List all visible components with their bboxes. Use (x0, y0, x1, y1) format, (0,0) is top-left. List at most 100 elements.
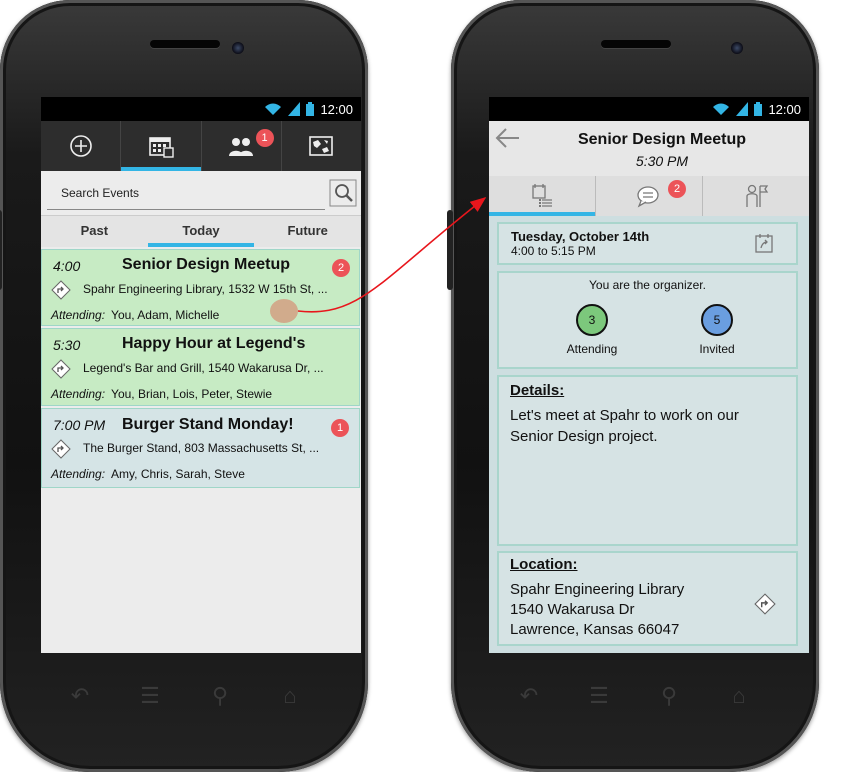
add-to-calendar-icon[interactable] (754, 232, 776, 256)
battery-icon (306, 102, 315, 116)
search-key-icon[interactable]: ⚲ (200, 683, 240, 709)
date-panel: Tuesday, October 14th 4:00 to 5:15 PM (497, 222, 798, 265)
status-bar: 12:00 (489, 97, 809, 121)
page-title: Senior Design Meetup (577, 131, 747, 148)
address-line-2: 1540 Wakarusa Dr (510, 601, 635, 618)
event-location: The Burger Stand, 803 Massachusetts St, … (83, 441, 320, 455)
tab-future[interactable]: Future (254, 216, 361, 247)
attending-label: Attending: (51, 467, 106, 481)
location-address: Spahr Engineering Library 1540 Wakarusa … (510, 580, 684, 640)
search-row: Search Events (41, 171, 361, 215)
location-heading: Location: (510, 556, 578, 573)
clock: 12:00 (768, 101, 801, 117)
event-location: Legend's Bar and Grill, 1540 Wakarusa Dr… (83, 361, 324, 375)
address-line-3: Lawrence, Kansas 66047 (510, 621, 680, 638)
event-notification-badge: 1 (331, 419, 349, 437)
groups-notification-badge: 1 (255, 129, 274, 147)
event-card-happy-hour[interactable]: 5:30 Happy Hour at Legend's Legend's Bar… (41, 328, 360, 406)
tab-past[interactable]: Past (41, 216, 148, 247)
nav-map[interactable] (282, 121, 361, 171)
hardware-nav-keys: ↶ ☰ ⚲ ⌂ (509, 683, 759, 709)
directions-icon (51, 439, 71, 459)
back-key-icon[interactable]: ↶ (60, 683, 100, 709)
event-time: 5:30 PM (635, 153, 689, 169)
tab-today[interactable]: Today (147, 216, 255, 247)
location-panel: Location: Spahr Engineering Library 1540… (497, 551, 798, 646)
signal-icon (736, 102, 749, 116)
clock: 12:00 (320, 101, 353, 117)
search-icon (329, 179, 357, 207)
invited-count: 5 (701, 304, 733, 336)
directions-icon (51, 280, 71, 300)
phone-left: 12:00 1 Search Events Past Today Future … (0, 0, 368, 772)
organizer-note: You are the organizer. (589, 278, 706, 292)
event-location: Spahr Engineering Library, 1532 W 15th S… (83, 282, 328, 296)
speaker-grille (150, 40, 220, 48)
front-camera (232, 42, 244, 54)
directions-icon[interactable] (754, 593, 776, 615)
event-details-icon (532, 184, 552, 207)
nav-groups[interactable]: 1 (202, 121, 282, 171)
tap-indicator (270, 299, 298, 323)
search-button[interactable] (329, 179, 357, 207)
home-key-icon[interactable]: ⌂ (270, 683, 310, 709)
signal-icon (288, 102, 301, 116)
menu-key-icon[interactable]: ☰ (579, 683, 619, 709)
back-key-icon[interactable]: ↶ (509, 683, 549, 709)
group-icon (229, 138, 254, 156)
event-attendees: Attending: You, Brian, Lois, Peter, Stewi… (51, 387, 272, 401)
invited-label: Invited (699, 342, 735, 356)
chat-icon (637, 186, 659, 208)
invited-stat[interactable]: 5 Invited (682, 304, 752, 356)
event-card-burger-stand[interactable]: 7:00 PM Burger Stand Monday! 1 The Burge… (41, 408, 360, 488)
event-header: Senior Design Meetup 5:30 PM (489, 121, 809, 176)
day-filter-tabs: Past Today Future (41, 215, 361, 247)
search-key-icon[interactable]: ⚲ (649, 683, 689, 709)
screen-event-list: 12:00 1 Search Events Past Today Future … (41, 97, 361, 653)
menu-key-icon[interactable]: ☰ (130, 683, 170, 709)
nav-calendar[interactable] (121, 121, 202, 171)
detail-tabs: 2 (489, 176, 809, 217)
attendee-names: You, Adam, Michelle (111, 308, 220, 322)
wifi-icon (264, 102, 282, 116)
attending-label: Attending: (51, 387, 106, 401)
chat-notification-badge: 2 (668, 180, 686, 198)
phone-right: 12:00 Senior Design Meetup 5:30 PM 2 Tue… (447, 0, 819, 772)
attendee-names: Amy, Chris, Sarah, Steve (111, 467, 245, 481)
battery-icon (754, 102, 763, 116)
attending-label: Attending (566, 342, 618, 356)
event-card-senior-design[interactable]: 4:00 Senior Design Meetup 2 Spahr Engine… (41, 249, 360, 326)
tab-details[interactable] (489, 176, 596, 216)
volume-button (0, 210, 2, 290)
calendar-icon (149, 137, 174, 158)
event-time: 7:00 PM (53, 417, 106, 433)
top-navigation: 1 (41, 121, 361, 171)
add-icon (69, 135, 92, 157)
event-attendees: Attending: Amy, Chris, Sarah, Steve (51, 467, 245, 481)
speaker-grille (601, 40, 671, 48)
event-attendees: Attending: You, Adam, Michelle (51, 308, 219, 322)
wifi-icon (712, 102, 730, 116)
volume-button (447, 210, 453, 290)
event-title: Senior Design Meetup (122, 256, 291, 273)
hardware-nav-keys: ↶ ☰ ⚲ ⌂ (60, 683, 310, 709)
attendance-panel: You are the organizer. 3 Attending 5 Inv… (497, 271, 798, 369)
home-key-icon[interactable]: ⌂ (719, 683, 759, 709)
people-flag-icon (746, 184, 769, 207)
attending-count: 3 (576, 304, 608, 336)
tab-people[interactable] (703, 176, 809, 216)
event-time-range: 4:00 to 5:15 PM (511, 244, 596, 258)
event-date: Tuesday, October 14th (511, 229, 650, 244)
attending-stat[interactable]: 3 Attending (557, 304, 627, 356)
address-line-1: Spahr Engineering Library (510, 581, 685, 598)
status-bar: 12:00 (41, 97, 361, 121)
details-text: Let's meet at Spahr to work on our Senio… (510, 407, 739, 445)
directions-icon (51, 359, 71, 379)
front-camera (731, 42, 743, 54)
event-time: 5:30 (53, 337, 81, 353)
event-title: Happy Hour at Legend's (122, 335, 306, 352)
search-events-input[interactable]: Search Events (47, 176, 325, 210)
nav-add[interactable] (41, 121, 122, 171)
details-heading: Details: (510, 382, 565, 399)
tab-chat[interactable]: 2 (596, 176, 703, 216)
